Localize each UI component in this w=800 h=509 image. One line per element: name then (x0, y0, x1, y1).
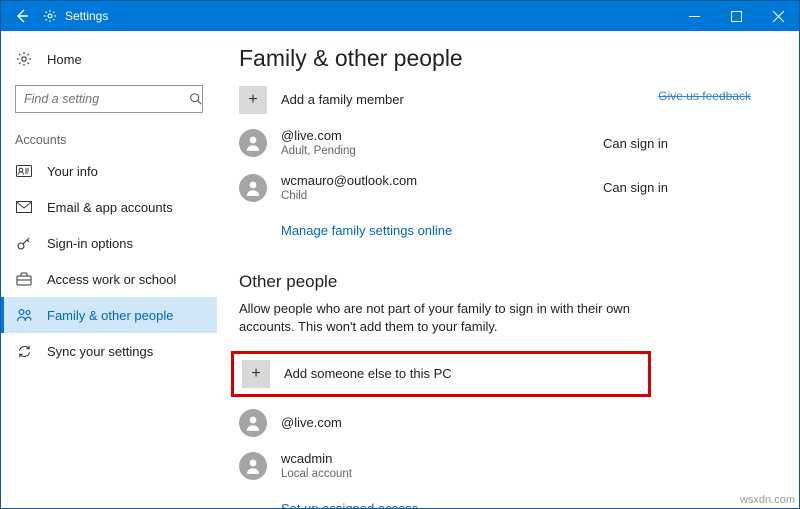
gear-icon (15, 51, 33, 67)
feedback-link[interactable]: Give us feedback (658, 89, 751, 103)
mail-icon (15, 201, 33, 213)
page-title: Family & other people (239, 45, 763, 72)
member-name: @live.com (281, 128, 603, 144)
avatar-icon (239, 174, 267, 202)
people-icon (15, 308, 33, 322)
other-name: wcadmin (281, 451, 763, 467)
other-people-heading: Other people (239, 272, 763, 292)
nav-email[interactable]: Email & app accounts (1, 189, 217, 225)
nav-label: Your info (47, 164, 98, 179)
avatar-icon (239, 409, 267, 437)
content: Give us feedback Family & other people +… (217, 31, 799, 508)
family-member[interactable]: @live.com Adult, Pending Can sign in (239, 128, 763, 159)
member-status: Can sign in (603, 180, 763, 195)
plus-icon: + (239, 86, 267, 114)
sync-icon (15, 344, 33, 359)
assigned-access-link[interactable]: Set up assigned access (281, 501, 418, 508)
home-label: Home (47, 52, 82, 67)
nav-family[interactable]: Family & other people (1, 297, 217, 333)
search-input[interactable] (15, 85, 203, 113)
other-sub: Local account (281, 467, 763, 481)
nav-sync[interactable]: Sync your settings (1, 333, 217, 369)
highlight-box: + Add someone else to this PC (231, 351, 651, 397)
member-name: wcmauro@outlook.com (281, 173, 603, 189)
member-sub: Child (281, 189, 603, 203)
window-title: Settings (65, 9, 108, 23)
family-member[interactable]: wcmauro@outlook.com Child Can sign in (239, 173, 763, 204)
other-user[interactable]: @live.com (239, 409, 763, 437)
nav-label: Email & app accounts (47, 200, 173, 215)
nav-label: Sign-in options (47, 236, 133, 251)
nav-signin[interactable]: Sign-in options (1, 225, 217, 261)
manage-family-link[interactable]: Manage family settings online (281, 223, 452, 238)
search-icon (189, 92, 203, 106)
nav-label: Family & other people (47, 308, 173, 323)
other-user[interactable]: wcadmin Local account (239, 451, 763, 482)
watermark: wsxdn.com (740, 494, 795, 506)
briefcase-icon (15, 272, 33, 286)
other-people-desc: Allow people who are not part of your fa… (239, 300, 669, 336)
nav-label: Access work or school (47, 272, 176, 287)
close-button[interactable] (757, 1, 799, 31)
nav-work[interactable]: Access work or school (1, 261, 217, 297)
add-other-label: Add someone else to this PC (284, 366, 640, 382)
settings-window: Settings Home Accounts (0, 0, 800, 509)
id-card-icon (15, 165, 33, 177)
other-name: @live.com (281, 415, 763, 431)
avatar-icon (239, 452, 267, 480)
back-button[interactable] (1, 1, 43, 31)
nav-label: Sync your settings (47, 344, 153, 359)
minimize-button[interactable] (673, 1, 715, 31)
nav-your-info[interactable]: Your info (1, 153, 217, 189)
key-icon (15, 235, 33, 251)
home-button[interactable]: Home (1, 41, 217, 77)
add-other-button[interactable]: + Add someone else to this PC (242, 360, 640, 388)
titlebar: Settings (1, 1, 799, 31)
plus-icon: + (242, 360, 270, 388)
left-nav: Home Accounts Your info (1, 31, 217, 508)
settings-icon (43, 9, 57, 23)
section-label: Accounts (1, 125, 217, 153)
search-field[interactable] (22, 91, 189, 107)
body: Home Accounts Your info (1, 31, 799, 508)
member-sub: Adult, Pending (281, 144, 603, 158)
avatar-icon (239, 129, 267, 157)
member-status: Can sign in (603, 136, 763, 151)
maximize-button[interactable] (715, 1, 757, 31)
